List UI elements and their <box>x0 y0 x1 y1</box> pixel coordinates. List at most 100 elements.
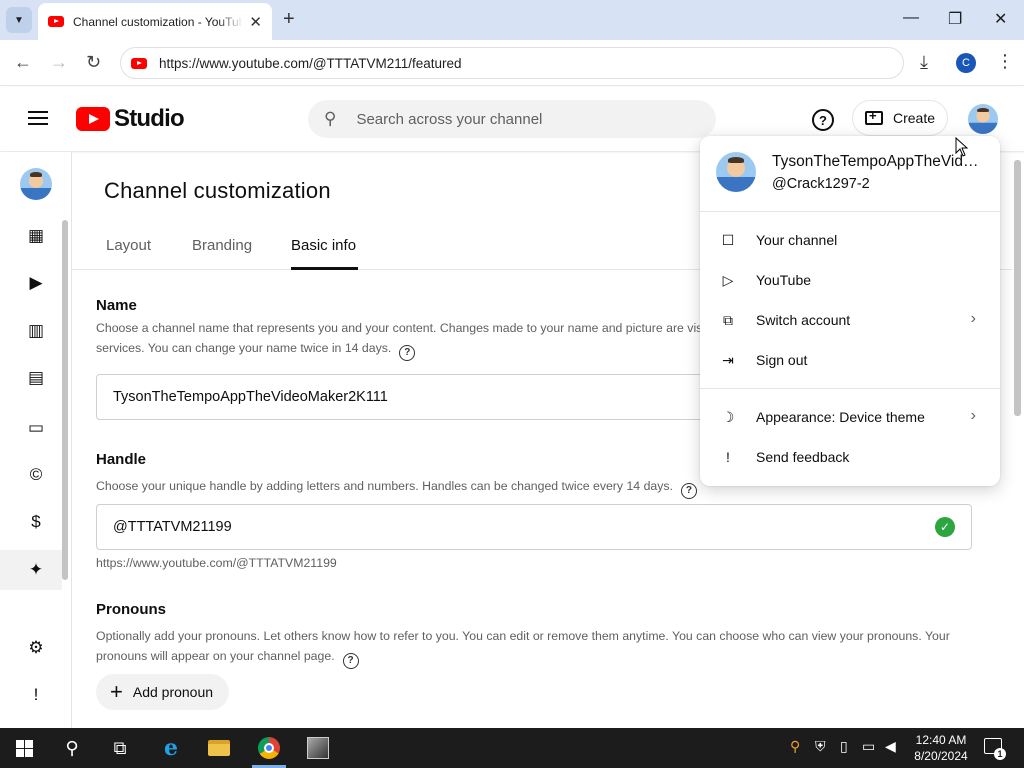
hamburger-menu-icon[interactable] <box>28 111 48 125</box>
browser-toolbar: ← → ↻ https://www.youtube.com/@TTTATVM21… <box>0 40 1024 86</box>
task-view-icon[interactable]: ⧉ <box>108 736 132 760</box>
feedback-icon[interactable]: ! <box>24 683 48 707</box>
site-favicon-icon <box>131 57 147 69</box>
back-icon[interactable]: ← <box>14 52 32 73</box>
youtube-icon: ▷ <box>722 271 734 288</box>
dashboard-icon[interactable]: ▦ <box>24 224 48 248</box>
tab-title: Channel customization - YouTube Studio <box>73 14 243 29</box>
plus-icon: + <box>110 679 123 704</box>
handle-available-check-icon: ✓ <box>935 517 955 537</box>
menu-item-label: Sign out <box>756 352 808 368</box>
browser-profile-avatar[interactable]: C <box>956 53 976 73</box>
account-avatar[interactable] <box>968 104 998 134</box>
settings-menu-group: ☽ Appearance: Device theme › ! Send feed… <box>700 389 1000 485</box>
copyright-icon[interactable]: © <box>24 463 48 487</box>
handle-url-preview: https://www.youtube.com/@TTTATVM21199 <box>96 556 337 570</box>
feedback-icon: ! <box>726 449 730 465</box>
main-scrollbar[interactable] <box>1014 160 1021 416</box>
channel-avatar[interactable] <box>20 168 52 200</box>
earn-icon[interactable]: $ <box>24 510 48 534</box>
tab-close-icon[interactable]: ✕ <box>249 13 262 31</box>
account-handle: @Crack1297-2 <box>772 176 870 192</box>
person-icon: ☐ <box>721 231 735 248</box>
studio-sidebar: ▦ ▶ ▥ ▤ ▭ © $ ✦ ⚙ ! <box>0 152 72 728</box>
analytics-icon[interactable]: ▥ <box>24 319 48 343</box>
menu-item-label: Send feedback <box>756 449 850 465</box>
page-title: Channel customization <box>104 178 331 203</box>
search-placeholder: Search across your channel <box>356 110 543 128</box>
address-bar[interactable]: https://www.youtube.com/@TTTATVM211/feat… <box>120 47 904 79</box>
app-icon[interactable] <box>306 736 330 760</box>
help-icon[interactable]: ? <box>812 109 834 131</box>
comments-icon[interactable]: ▤ <box>24 366 48 390</box>
pronouns-description: Optionally add your pronouns. Let others… <box>96 626 976 669</box>
menu-item-appearance[interactable]: ☽ Appearance: Device theme › <box>700 397 1000 437</box>
pronouns-help-icon[interactable]: ? <box>342 653 359 669</box>
add-pronoun-label: Add pronoun <box>132 684 214 700</box>
taskbar-clock[interactable]: 12:40 AM 8/20/2024 <box>906 732 976 764</box>
content-icon[interactable]: ▶ <box>24 271 48 295</box>
handle-label: Handle <box>96 451 147 468</box>
restore-icon[interactable]: ❐ <box>948 9 962 29</box>
create-label: Create <box>893 110 936 126</box>
handle-field[interactable]: @TTTATVM21199 ✓ <box>96 504 972 550</box>
handle-description-text: Choose your unique handle by adding lett… <box>96 479 673 493</box>
browser-menu-icon[interactable]: ⋮ <box>996 51 1014 72</box>
url-text: https://www.youtube.com/@TTTATVM211/feat… <box>159 55 462 71</box>
menu-item-label: YouTube <box>756 272 812 288</box>
chrome-icon[interactable] <box>257 736 281 760</box>
minimize-icon[interactable]: — <box>903 9 919 27</box>
name-label: Name <box>96 297 137 314</box>
settings-icon[interactable]: ⚙ <box>24 636 48 660</box>
search-tray-icon[interactable]: ⚲ <box>790 738 800 755</box>
search-icon: ⚲ <box>324 109 337 128</box>
download-icon[interactable]: ⤓ <box>920 52 928 73</box>
studio-logo[interactable]: Studio <box>76 105 185 133</box>
battery-tray-icon[interactable]: ▯ <box>840 738 848 755</box>
account-menu: TysonTheTempoAppTheVideoMaker2K111 @Crac… <box>700 136 1000 486</box>
search-icon[interactable]: ⚲ <box>60 736 84 760</box>
file-explorer-icon[interactable] <box>207 736 231 760</box>
menu-item-switch-account[interactable]: ⧉ Switch account › <box>700 300 1000 340</box>
handle-value: @TTTATVM21199 <box>113 519 232 535</box>
tab-basic-info[interactable]: Basic info <box>291 237 356 254</box>
volume-muted-icon[interactable]: ◀ <box>885 738 896 755</box>
tab-layout[interactable]: Layout <box>106 237 151 254</box>
pronouns-label: Pronouns <box>96 601 166 618</box>
tab-branding[interactable]: Branding <box>192 237 252 254</box>
youtube-logo-icon <box>76 107 110 131</box>
subtitles-icon[interactable]: ▭ <box>24 416 48 440</box>
windows-taskbar: ⚲ ⧉ e ⚲ ⛨ ▯ ▭ ◀ 12:40 AM 8/20/2024 1 <box>0 728 1024 768</box>
security-tray-icon[interactable]: ⛨ <box>815 738 826 755</box>
pronouns-description-text: Optionally add your pronouns. Let others… <box>96 629 950 663</box>
active-tab-indicator <box>291 267 358 270</box>
clock-date: 8/20/2024 <box>914 749 968 763</box>
name-help-icon[interactable]: ? <box>399 345 416 361</box>
studio-logo-text: Studio <box>114 105 185 132</box>
customization-icon[interactable]: ✦ <box>24 558 48 582</box>
new-tab-button[interactable]: + <box>283 8 295 30</box>
menu-item-youtube[interactable]: ▷ YouTube <box>700 260 1000 300</box>
handle-help-icon[interactable]: ? <box>680 483 697 499</box>
menu-item-send-feedback[interactable]: ! Send feedback <box>700 437 1000 477</box>
windows-start-icon[interactable] <box>12 736 36 760</box>
account-name: TysonTheTempoAppTheVideoMaker2K111 <box>772 153 986 170</box>
switch-account-icon: ⧉ <box>723 311 733 328</box>
menu-item-your-channel[interactable]: ☐ Your channel <box>700 220 1000 260</box>
forward-icon[interactable]: → <box>50 52 68 73</box>
create-button[interactable]: Create <box>852 100 948 136</box>
tab-search-button[interactable]: ▼ <box>6 7 32 33</box>
browser-tab[interactable]: Channel customization - YouTube Studio ✕ <box>38 3 272 40</box>
sidebar-scrollbar[interactable] <box>62 220 68 580</box>
account-menu-avatar <box>716 152 756 192</box>
search-input[interactable]: ⚲ Search across your channel <box>308 100 716 138</box>
network-tray-icon[interactable]: ▭ <box>862 738 875 755</box>
reload-icon[interactable]: ↻ <box>86 52 101 73</box>
create-video-icon <box>865 108 883 125</box>
add-pronoun-button[interactable]: + Add pronoun <box>96 674 230 710</box>
internet-explorer-icon[interactable]: e <box>159 735 183 761</box>
menu-item-sign-out[interactable]: ⇥ Sign out <box>700 340 1000 380</box>
window-close-icon[interactable]: ✕ <box>994 9 1007 29</box>
chevron-right-icon: › <box>970 407 976 424</box>
browser-tab-strip: ▼ Channel customization - YouTube Studio… <box>0 0 1024 40</box>
